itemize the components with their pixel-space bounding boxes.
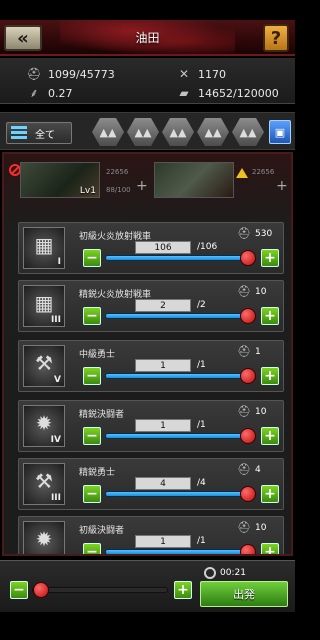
troop-group-icon: ▲▲ [239, 125, 257, 139]
soldier-icon: ⛑ [237, 227, 251, 240]
quantity-slider[interactable] [105, 544, 256, 554]
filter-preset-3[interactable]: ▲▲ [162, 118, 194, 146]
unit-portrait: ▦ I [23, 227, 65, 269]
help-button[interactable]: ? [263, 24, 289, 52]
increase-button[interactable]: + [261, 307, 279, 325]
slider-handle[interactable] [240, 486, 256, 502]
troop-group-icon: ▲▲ [169, 125, 187, 139]
wheat-icon: ⸙ [29, 86, 39, 100]
warning-icon [236, 168, 248, 178]
speed-slider[interactable] [32, 582, 168, 598]
troop-group-icon: ▲▲ [204, 125, 222, 139]
unit-row: ▦ I 初級火炎放射戦車 ⛑ 530 106 /106 − + [18, 222, 284, 274]
decrease-button[interactable]: − [83, 367, 101, 385]
hero-slots: Lv1 22656 88/100 + 22656 + [6, 158, 290, 202]
top-bar: « 油田 ? [0, 20, 295, 56]
add-hero-icon[interactable]: + [136, 178, 148, 194]
quantity-slider[interactable] [105, 428, 256, 444]
troop-group-icon: ▲▲ [99, 125, 117, 139]
troop-filter-bar: 全て ▲▲ ▲▲ ▲▲ ▲▲ ▲▲ ▣ [0, 112, 295, 150]
decrease-button[interactable]: − [83, 249, 101, 267]
slider-handle[interactable] [33, 582, 49, 598]
unit-portrait: ✹ IV [23, 405, 65, 447]
troop-count-stat: ⛑ 1099/45773 [26, 67, 115, 81]
upkeep-stat: ⸙ 0.27 [26, 86, 72, 100]
soldier-icon: ⛑ [237, 345, 251, 358]
decrease-button[interactable]: − [83, 485, 101, 503]
unit-row: ⚒ III 精鋭勇士 ⛑ 4 4 /4 − + [18, 458, 284, 510]
unit-row: ✹ 初級決闘者 ⛑ 10 1 /1 − + [18, 516, 284, 554]
speed-increase-button[interactable]: + [174, 581, 192, 599]
soldier-icon: ⛑ [237, 463, 251, 476]
unit-portrait: ⚒ III [23, 463, 65, 505]
quantity-slider[interactable] [105, 250, 256, 266]
tank-icon: ▦ [34, 233, 54, 257]
slider-handle[interactable] [240, 368, 256, 384]
quantity-slider[interactable] [105, 486, 256, 502]
soldier-icon: ⛑ [237, 521, 251, 534]
crossed-swords-icon: ✕ [178, 67, 190, 81]
hero-slot-1[interactable]: Lv1 [20, 162, 100, 198]
quantity-input[interactable]: 106 [135, 241, 191, 254]
increase-button[interactable]: + [261, 485, 279, 503]
quantity-input[interactable]: 1 [135, 535, 191, 548]
page-title: 油田 [135, 31, 160, 45]
mace-icon: ✹ [35, 411, 53, 435]
filter-preset-4[interactable]: ▲▲ [197, 118, 229, 146]
add-hero-icon[interactable]: + [276, 178, 288, 194]
march-button[interactable]: 出発 [200, 581, 288, 607]
speed-decrease-button[interactable]: − [10, 581, 28, 599]
filter-preset-5[interactable]: ▲▲ [232, 118, 264, 146]
soldier-icon: ⛑ [237, 405, 251, 418]
slider-handle[interactable] [240, 250, 256, 266]
unit-row: ▦ III 精鋭火炎放射戦車 ⛑ 10 2 /2 − + [18, 280, 284, 332]
axe-icon: ⚒ [35, 469, 53, 493]
list-icon [11, 126, 27, 140]
quantity-slider[interactable] [105, 308, 256, 324]
increase-button[interactable]: + [261, 427, 279, 445]
slider-handle[interactable] [240, 544, 256, 554]
tank-icon: ▦ [34, 291, 54, 315]
troop-group-icon: ▲▲ [134, 125, 152, 139]
quantity-input[interactable]: 1 [135, 359, 191, 372]
axe-icon: ⚒ [35, 351, 53, 375]
power-stat: ✕ 1170 [176, 67, 226, 81]
march-footer: − + 00:21 出発 [0, 560, 295, 612]
slider-handle[interactable] [240, 428, 256, 444]
quantity-input[interactable]: 4 [135, 477, 191, 490]
increase-button[interactable]: + [261, 543, 279, 554]
decrease-button[interactable]: − [83, 427, 101, 445]
save-icon: ▣ [274, 125, 286, 139]
resource-stack-icon: ▰ [179, 86, 189, 100]
increase-button[interactable]: + [261, 367, 279, 385]
decrease-button[interactable]: − [83, 543, 101, 554]
load-stat: ▰ 14652/120000 [176, 86, 278, 100]
unit-row: ⚒ V 中級勇士 ⛑ 1 1 /1 − + [18, 340, 284, 392]
quantity-slider[interactable] [105, 368, 256, 384]
quantity-input[interactable]: 1 [135, 419, 191, 432]
unit-row: ✹ IV 精鋭決闘者 ⛑ 10 1 /1 − + [18, 400, 284, 452]
filter-preset-2[interactable]: ▲▲ [127, 118, 159, 146]
quantity-input[interactable]: 2 [135, 299, 191, 312]
slider-handle[interactable] [240, 308, 256, 324]
clock-icon [204, 567, 216, 579]
hero-slot-2[interactable] [154, 162, 234, 198]
unit-portrait: ▦ III [23, 285, 65, 327]
march-stats: ⛑ 1099/45773 ⸙ 0.27 ✕ 1170 ▰ 14652/12000… [0, 58, 295, 104]
unit-portrait: ✹ [23, 521, 65, 554]
soldier-icon: ⛑ [237, 285, 251, 298]
decrease-button[interactable]: − [83, 307, 101, 325]
increase-button[interactable]: + [261, 249, 279, 267]
troop-list-panel: Lv1 22656 88/100 + 22656 + ▦ I 初級火炎放射戦車 … [2, 152, 293, 556]
unit-portrait: ⚒ V [23, 345, 65, 387]
mace-icon: ✹ [35, 527, 53, 551]
save-preset-button[interactable]: ▣ [269, 120, 291, 144]
march-timer: 00:21 [204, 567, 246, 579]
troops-icon: ⛑ [26, 67, 42, 81]
filter-preset-1[interactable]: ▲▲ [92, 118, 124, 146]
hero-portrait [155, 163, 233, 197]
filter-all-button[interactable]: 全て [6, 122, 72, 144]
